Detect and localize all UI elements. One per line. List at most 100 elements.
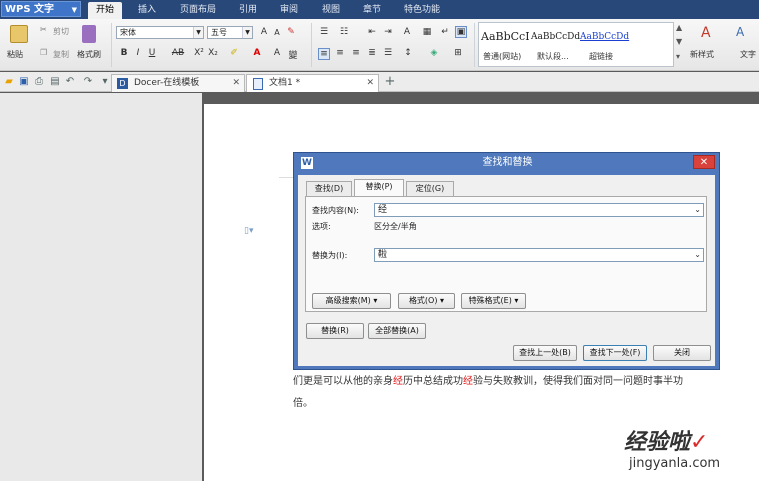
new-style-icon[interactable]: A [701, 25, 711, 41]
special-format-button[interactable]: 特殊格式(E) ▾ [461, 293, 526, 309]
chevron-down-icon[interactable]: ⌄ [694, 249, 701, 261]
char-shading-icon[interactable]: A [271, 48, 283, 58]
save-icon[interactable]: ▣ [18, 75, 30, 88]
align-center-icon[interactable]: ≡ [334, 48, 346, 58]
text-tool-button[interactable]: 文字 [740, 49, 756, 60]
cut-button[interactable]: 剪切 [53, 26, 69, 37]
copy-button[interactable]: 复制 [53, 49, 69, 60]
redo-icon[interactable]: ↷ [82, 75, 94, 88]
replace-label: 替换为(I): [312, 251, 348, 260]
table-icon[interactable]: ▦ [421, 27, 433, 37]
font-color-icon[interactable]: A [251, 48, 263, 58]
chevron-down-icon[interactable]: ⌄ [694, 204, 701, 216]
underline-icon[interactable]: U [146, 48, 158, 58]
scissors-icon[interactable]: ✂ [40, 25, 47, 34]
superscript-icon[interactable]: X² [193, 48, 205, 58]
subscript-icon[interactable]: X₂ [207, 48, 219, 58]
watermark-url: jingyanla.com [629, 456, 721, 471]
find-next-button[interactable]: 查找下一处(F) [583, 345, 647, 361]
menu-tab-page-layout[interactable]: 页面布局 [172, 2, 224, 19]
clear-format-icon[interactable]: ✎ [285, 27, 297, 37]
line-spacing-icon[interactable]: ↕ [402, 48, 414, 58]
distribute-icon[interactable]: ☰ [382, 48, 394, 58]
new-tab-plus-icon[interactable]: + [384, 75, 396, 88]
replace-value: 鞡 [378, 250, 388, 260]
scroll-up-icon[interactable]: ▲ [676, 23, 682, 32]
close-button[interactable]: 关闭 [653, 345, 711, 361]
open-folder-icon[interactable]: ▰ [3, 75, 15, 88]
menu-tab-references[interactable]: 引用 [231, 2, 265, 19]
dialog-body: 查找(D) 替换(P) 定位(G) 查找内容(N): 经 ⌄ 选项: 区分全/半… [298, 175, 715, 366]
select-icon[interactable]: ▣ [455, 26, 467, 38]
shrink-font-icon[interactable]: A [271, 28, 283, 37]
customize-dropdown-icon[interactable]: ▾ [99, 75, 111, 88]
advanced-search-button[interactable]: 高级搜索(M) ▾ [312, 293, 391, 309]
style-normal-sample[interactable]: AaBbCcI [481, 30, 530, 43]
dialog-close-button[interactable]: ✕ [693, 155, 715, 169]
decrease-indent-icon[interactable]: ⇤ [366, 27, 378, 37]
find-input[interactable]: 经 ⌄ [374, 203, 704, 217]
new-style-button[interactable]: 新样式 [690, 49, 714, 60]
paste-icon[interactable] [10, 25, 28, 43]
tab-docer-templates[interactable]: D Docer-在线模板 ✕ [111, 74, 245, 92]
print-preview-icon[interactable]: ▤ [49, 75, 61, 88]
tab-replace[interactable]: 替换(P) [354, 179, 404, 197]
align-left-icon[interactable]: ≡ [318, 48, 330, 60]
shading-icon[interactable]: ◈ [428, 48, 440, 58]
increase-indent-icon[interactable]: ⇥ [382, 27, 394, 37]
menu-tab-home[interactable]: 开始 [88, 2, 123, 19]
replace-input[interactable]: 鞡 ⌄ [374, 248, 704, 262]
paragraph-handle-icon[interactable]: ▯▾ [244, 226, 253, 236]
tab-find[interactable]: 查找(D) [306, 181, 352, 196]
menu-tab-insert[interactable]: 插入 [130, 2, 164, 19]
style-default-label[interactable]: 默认段... [537, 51, 569, 62]
close-icon[interactable]: ✕ [366, 75, 374, 92]
left-panel [0, 93, 202, 481]
menu-tab-review[interactable]: 审阅 [272, 2, 306, 19]
menu-tab-view[interactable]: 视图 [314, 2, 348, 19]
style-hyperlink-sample[interactable]: AaBbCcDd [580, 32, 629, 42]
more-styles-icon[interactable]: ▾ [676, 52, 680, 61]
replace-all-button[interactable]: 全部替换(A) [368, 323, 426, 339]
phonetic-icon[interactable]: 變 [287, 48, 299, 61]
find-previous-button[interactable]: 查找上一处(B) [513, 345, 577, 361]
align-right-icon[interactable]: ≡ [350, 48, 362, 58]
font-size-select[interactable]: 五号 ▼ [207, 26, 253, 39]
menu-tab-chapter[interactable]: 章节 [355, 2, 389, 19]
paragraph-mark-icon[interactable]: ↵ [439, 27, 451, 37]
divider [474, 23, 475, 67]
highlight-icon[interactable]: ✐ [228, 48, 240, 58]
chevron-down-icon[interactable]: ▼ [242, 27, 252, 38]
format-painter-icon[interactable] [82, 25, 96, 43]
bullet-list-icon[interactable]: ☰ [318, 27, 330, 37]
text-direction-icon[interactable]: A [401, 27, 413, 37]
grow-font-icon[interactable]: A [258, 27, 270, 37]
scroll-down-icon[interactable]: ▼ [676, 37, 682, 46]
tab-goto[interactable]: 定位(G) [406, 181, 454, 196]
close-icon[interactable]: ✕ [232, 75, 240, 92]
menu-tab-features[interactable]: 特色功能 [396, 2, 448, 19]
replace-button[interactable]: 替换(R) [306, 323, 364, 339]
undo-icon[interactable]: ↶ [64, 75, 76, 88]
tab-document1[interactable]: 文档1 * ✕ [246, 74, 379, 92]
paste-button[interactable]: 粘贴 [7, 49, 23, 60]
text-tool-icon[interactable]: A [736, 25, 744, 39]
bold-icon[interactable]: B [118, 48, 130, 58]
chevron-down-icon[interactable]: ▼ [193, 27, 203, 38]
format-button[interactable]: 格式(O) ▾ [398, 293, 455, 309]
button-label: 高级搜索(M) [325, 296, 371, 305]
style-default-sample[interactable]: AaBbCcDd [531, 32, 580, 42]
format-painter-button[interactable]: 格式刷 [77, 49, 101, 60]
print-icon[interactable]: ⎙ [33, 75, 45, 88]
app-menu-button[interactable]: WPS 文字 ▼ [1, 1, 81, 17]
justify-icon[interactable]: ≣ [366, 48, 378, 58]
borders-icon[interactable]: ⊞ [452, 48, 464, 58]
style-normal-label[interactable]: 普通(网站) [483, 51, 521, 62]
strikethrough-icon[interactable]: AB [170, 48, 186, 58]
copy-icon[interactable]: ❐ [40, 48, 47, 57]
italic-icon[interactable]: I [132, 48, 144, 58]
numbered-list-icon[interactable]: ☷ [338, 27, 350, 37]
font-name-select[interactable]: 宋体 ▼ [116, 26, 204, 39]
find-label: 查找内容(N): [312, 206, 359, 215]
style-hyperlink-label[interactable]: 超链接 [589, 51, 613, 62]
